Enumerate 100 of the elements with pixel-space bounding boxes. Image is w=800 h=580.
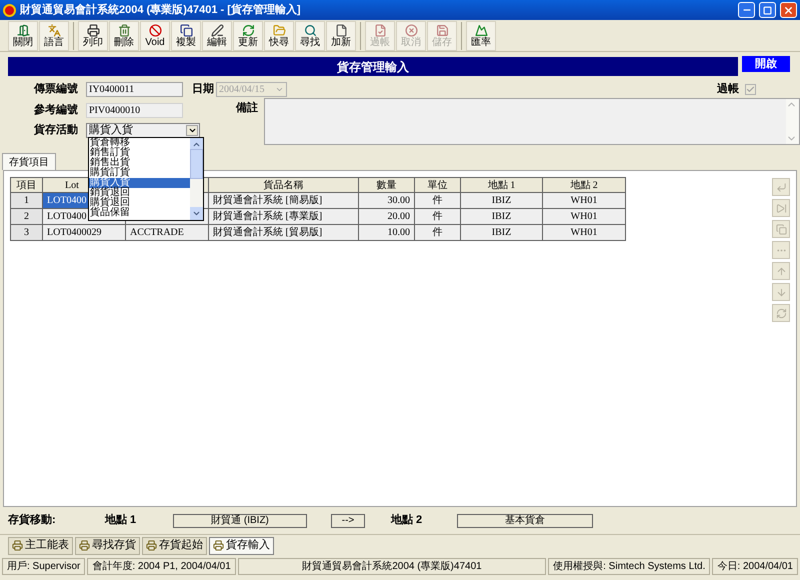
table-cell: 20.00 [358,208,414,224]
folder-icon [272,24,286,36]
table-cell: 件 [414,192,460,208]
toolbar-button[interactable]: 尋找 [295,20,325,50]
row-number-cell: 1 [10,192,42,208]
toolbar-button[interactable]: 匯率 [466,20,496,50]
dropdown-option[interactable]: 銷售出貨 [89,158,190,168]
printer-icon [213,540,224,551]
maximize-button[interactable] [759,2,776,18]
table-cell: 財貿通會計系統 [專業版] [208,208,358,224]
field-label: 貨存活動 [33,122,79,138]
location-label: 地點 2 [391,512,424,528]
row-number-cell: 3 [10,224,42,240]
printer-icon [86,24,100,36]
toolbar-button[interactable]: 關閉 [8,20,38,50]
status-segment: 會計年度: 2004 P1, 2004/04/01 [87,558,236,575]
to-location-field: 基本貨倉 [457,514,593,528]
skip-forward-icon [776,202,786,214]
toolbar-button[interactable]: 語言 [39,20,69,50]
activity-dropdown[interactable]: 購貨入貨 [86,122,200,138]
tab[interactable]: 存貨項目 [2,153,56,170]
pen-icon [210,24,224,36]
corner-arrow-icon [776,182,786,192]
table-cell: WH01 [542,208,626,224]
table-cell: IBIZ [460,192,542,208]
table-cell: IBIZ [460,208,542,224]
dropdown-option[interactable]: 購貨訂貨 [89,168,190,178]
refresh-icon [776,308,786,318]
app-icon [3,4,16,16]
copy-icon [776,224,786,234]
table-cell: 30.00 [358,192,414,208]
table-cell: 件 [414,208,460,224]
close-button[interactable] [780,2,797,18]
close-icon [783,4,794,16]
transfer-label: 存貨移動: [8,512,57,528]
maximize-icon [763,6,772,14]
field-label: 過帳 [717,82,739,97]
table-cell: LOT0400029 [42,224,126,240]
column-header: 數量 [358,178,414,192]
minimize-button[interactable] [738,2,755,18]
field-label: 備註 [236,100,259,116]
printer-icon [146,540,157,551]
up-arrow-icon [776,266,786,276]
table-cell: 財貿通會計系統 [簡易版] [208,192,358,208]
voucher-field[interactable]: IY0400011 [86,82,183,96]
column-header: 項目 [10,178,42,192]
status-badge: 開啟 [742,56,790,72]
table-cell: ACCTRADE [126,224,208,240]
document-check-icon [374,24,386,36]
window-tab[interactable]: 貨存輸入 [209,536,274,554]
toolbar-button[interactable]: 複製 [171,20,201,50]
cancel-icon [404,24,418,36]
save-icon [436,24,448,36]
table-cell: WH01 [542,224,626,240]
toolbar-button[interactable]: 編輯 [202,20,232,50]
toolbar-button[interactable]: 列印 [78,20,108,50]
scroll-down-icon[interactable] [190,207,203,220]
landscape-icon [474,24,488,36]
table-cell: 件 [414,224,460,240]
scrollbar[interactable] [190,138,203,220]
status-segment: 使用權授與: Simtech Systems Ltd. [548,558,710,575]
table-cell: IBIZ [460,224,542,240]
window-tab[interactable]: 尋找存貨 [75,536,140,554]
column-header: 單位 [414,178,460,192]
status-segment: 今日: 2004/04/01 [712,558,798,575]
toolbar-button[interactable]: 更新 [233,20,263,50]
document-icon [334,24,348,36]
table-cell: 財貿通會計系統 [貿易版] [208,224,358,240]
transfer-arrow-button[interactable]: --> [331,514,365,528]
language-icon [48,24,60,36]
window-tab[interactable]: 存貨起始 [142,536,207,554]
toolbar-button[interactable]: 加新 [326,20,356,50]
from-location-field: 財貿通 (IBIZ) [173,514,307,528]
printer-icon [12,540,23,551]
column-header: 地點 1 [460,178,542,192]
down-arrow-icon [776,286,786,298]
dropdown-option[interactable]: 銷售訂貨 [89,148,190,158]
table-cell: 10.00 [358,224,414,240]
toolbar-button[interactable]: 刪除 [109,20,139,50]
printer-icon [79,540,90,551]
column-header: 地點 2 [542,178,626,192]
field-label: 傳票編號 [32,82,79,97]
remark-field[interactable] [264,98,800,145]
toolbar-button[interactable]: 快尋 [264,20,294,50]
status-segment: 財貿通貿易會計系統2004 (專業版)47401 [238,558,546,575]
window-tab[interactable]: 主工能表 [8,536,73,554]
trash-icon [118,24,130,36]
scrollbar-thumb[interactable] [190,149,203,179]
copy-icon [180,24,192,36]
reference-field[interactable]: PIV0400010 [86,102,183,118]
location-label: 地點 1 [105,512,138,528]
form-title: 貨存管理輸入 [337,58,409,76]
toolbar-button[interactable]: Void [140,20,170,50]
no-entry-icon [148,24,162,36]
row-number-cell: 2 [10,208,42,224]
status-segment: 用戶: Supervisor [2,558,86,575]
column-header: 貨品名稱 [208,178,358,192]
search-icon [304,24,316,36]
window-title: 財貿通貿易會計系統2004 (專業版)47401 - [貨存管理輸入] [20,2,301,18]
field-label: 參考編號 [33,102,79,118]
